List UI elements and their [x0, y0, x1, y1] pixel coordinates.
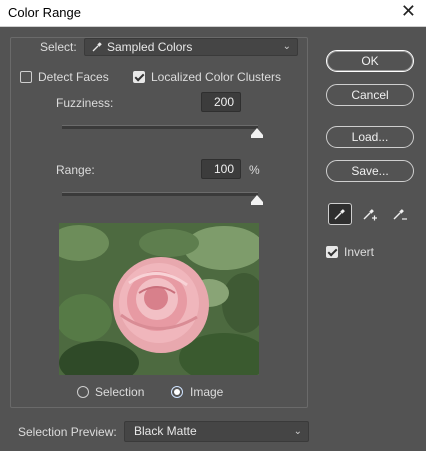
eyedropper-plus-tool[interactable]: [358, 203, 382, 225]
range-slider-thumb[interactable]: [251, 195, 263, 205]
close-icon[interactable]: ✕: [401, 1, 416, 22]
image-radio[interactable]: [171, 386, 183, 398]
cancel-button[interactable]: Cancel: [326, 84, 414, 106]
range-slider-track[interactable]: [62, 192, 258, 196]
eyedropper-icon: [92, 42, 102, 52]
eyedropper-icon: [334, 209, 345, 220]
fuzziness-slider-track[interactable]: [62, 125, 258, 129]
selection-radio-label: Selection: [95, 385, 145, 399]
fuzziness-label: Fuzziness:: [56, 96, 114, 110]
select-dropdown[interactable]: Sampled Colors ⌄: [84, 38, 298, 56]
selection-preview-label: Selection Preview:: [18, 425, 117, 439]
invert-checkbox[interactable]: [326, 246, 338, 258]
invert-label: Invert: [344, 245, 375, 259]
range-label: Range:: [56, 163, 95, 177]
selection-radio[interactable]: [77, 386, 89, 398]
chevron-down-icon: ⌄: [293, 426, 302, 437]
selection-preview-dropdown[interactable]: Black Matte ⌄: [124, 421, 309, 442]
range-unit: %: [249, 163, 260, 177]
fuzziness-slider-thumb[interactable]: [251, 128, 263, 138]
selection-preview-value: Black Matte: [134, 424, 197, 438]
title-bar: Color Range ✕: [0, 0, 426, 27]
detect-faces-label: Detect Faces: [38, 70, 109, 84]
localized-clusters-label: Localized Color Clusters: [151, 70, 282, 84]
localized-clusters-checkbox[interactable]: [133, 71, 145, 83]
select-value: Sampled Colors: [107, 40, 193, 54]
window-title: Color Range: [8, 5, 81, 20]
save-button[interactable]: Save...: [326, 160, 414, 182]
range-input[interactable]: 100: [201, 159, 241, 179]
ok-button[interactable]: OK: [326, 50, 414, 72]
image-radio-label: Image: [190, 385, 224, 399]
eyedropper-minus-icon: [393, 209, 407, 220]
detect-faces-checkbox[interactable]: [20, 71, 32, 83]
eyedropper-minus-tool[interactable]: [388, 203, 412, 225]
select-label: Select:: [40, 40, 77, 54]
eyedropper-plus-icon: [363, 209, 377, 221]
chevron-down-icon: ⌄: [282, 41, 291, 52]
load-button[interactable]: Load...: [326, 126, 414, 148]
fuzziness-input[interactable]: 200: [201, 92, 241, 112]
preview-image: [59, 223, 259, 375]
eyedropper-tool[interactable]: [328, 203, 352, 225]
